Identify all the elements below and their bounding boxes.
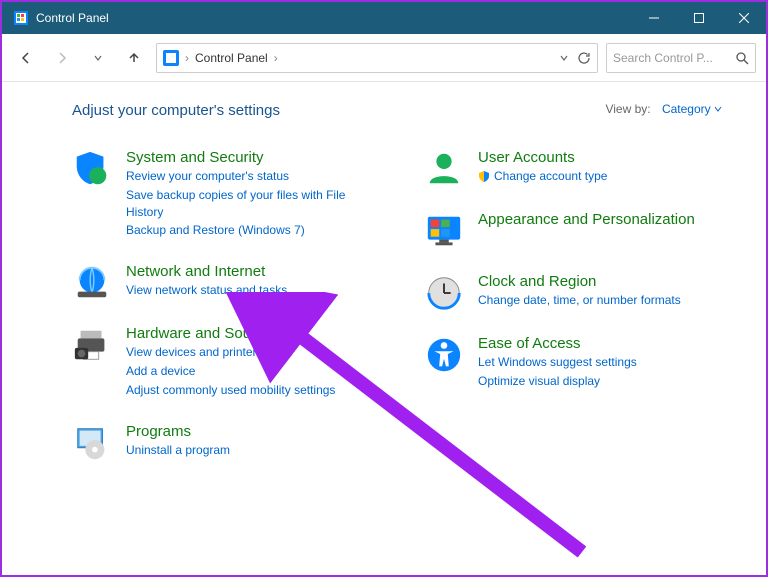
category-link[interactable]: Change date, time, or number formats: [478, 292, 736, 309]
category-network: Network and Internet View network status…: [72, 263, 384, 303]
maximize-button[interactable]: [676, 2, 721, 34]
monitor-icon: [424, 211, 464, 251]
category-title[interactable]: System and Security: [126, 149, 384, 166]
category-title[interactable]: Programs: [126, 423, 384, 440]
shield-icon: [72, 149, 112, 189]
title-bar: Control Panel: [2, 2, 766, 34]
category-appearance: Appearance and Personalization: [424, 211, 736, 251]
refresh-button[interactable]: [577, 51, 591, 65]
app-icon: [12, 9, 30, 27]
back-button[interactable]: [12, 44, 40, 72]
category-clock: Clock and Region Change date, time, or n…: [424, 273, 736, 313]
breadcrumb-separator-icon: ›: [274, 51, 278, 65]
accessibility-icon: [424, 335, 464, 375]
category-title[interactable]: Hardware and Sound: [126, 325, 384, 342]
search-icon[interactable]: [735, 51, 749, 65]
category-title[interactable]: User Accounts: [478, 149, 736, 166]
category-link[interactable]: Change account type: [494, 168, 607, 185]
recent-dropdown[interactable]: [84, 44, 112, 72]
category-link[interactable]: Backup and Restore (Windows 7): [126, 222, 384, 239]
category-link[interactable]: View devices and printers: [126, 344, 384, 361]
category-title[interactable]: Network and Internet: [126, 263, 384, 280]
printer-icon: [72, 325, 112, 365]
view-by-label: View by:: [605, 102, 650, 116]
control-panel-icon: [163, 50, 179, 66]
category-title[interactable]: Clock and Region: [478, 273, 736, 290]
up-button[interactable]: [120, 44, 148, 72]
clock-icon: [424, 273, 464, 313]
category-title[interactable]: Ease of Access: [478, 335, 736, 352]
breadcrumb-root[interactable]: Control Panel: [195, 51, 268, 65]
close-button[interactable]: [721, 2, 766, 34]
user-icon: [424, 149, 464, 189]
category-link[interactable]: Add a device: [126, 363, 384, 380]
category-link[interactable]: View network status and tasks: [126, 282, 384, 299]
category-title[interactable]: Appearance and Personalization: [478, 211, 736, 228]
category-ease-of-access: Ease of Access Let Windows suggest setti…: [424, 335, 736, 392]
search-box[interactable]: [606, 43, 756, 73]
programs-icon: [72, 423, 112, 463]
uac-shield-icon: [478, 170, 490, 182]
category-link[interactable]: Let Windows suggest settings: [478, 354, 736, 371]
address-bar[interactable]: › Control Panel ›: [156, 43, 598, 73]
forward-button[interactable]: [48, 44, 76, 72]
search-input[interactable]: [613, 51, 729, 65]
category-link[interactable]: Adjust commonly used mobility settings: [126, 382, 384, 399]
category-hardware: Hardware and Sound View devices and prin…: [72, 325, 384, 400]
category-system-security: System and Security Review your computer…: [72, 149, 384, 241]
category-user-accounts: User Accounts Change account type: [424, 149, 736, 189]
content-area: Adjust your computer's settings View by:…: [2, 82, 766, 575]
minimize-button[interactable]: [631, 2, 676, 34]
view-by-dropdown[interactable]: Category: [662, 102, 722, 116]
breadcrumb-separator-icon: ›: [185, 51, 189, 65]
globe-icon: [72, 263, 112, 303]
category-link[interactable]: Review your computer's status: [126, 168, 384, 185]
window-title: Control Panel: [36, 11, 631, 25]
view-by: View by: Category: [605, 102, 722, 116]
category-link[interactable]: Save backup copies of your files with Fi…: [126, 187, 384, 221]
category-link[interactable]: Optimize visual display: [478, 373, 736, 390]
address-dropdown-icon[interactable]: [559, 53, 569, 63]
category-programs: Programs Uninstall a program: [72, 423, 384, 463]
toolbar: › Control Panel ›: [2, 34, 766, 82]
category-link[interactable]: Uninstall a program: [126, 442, 384, 459]
